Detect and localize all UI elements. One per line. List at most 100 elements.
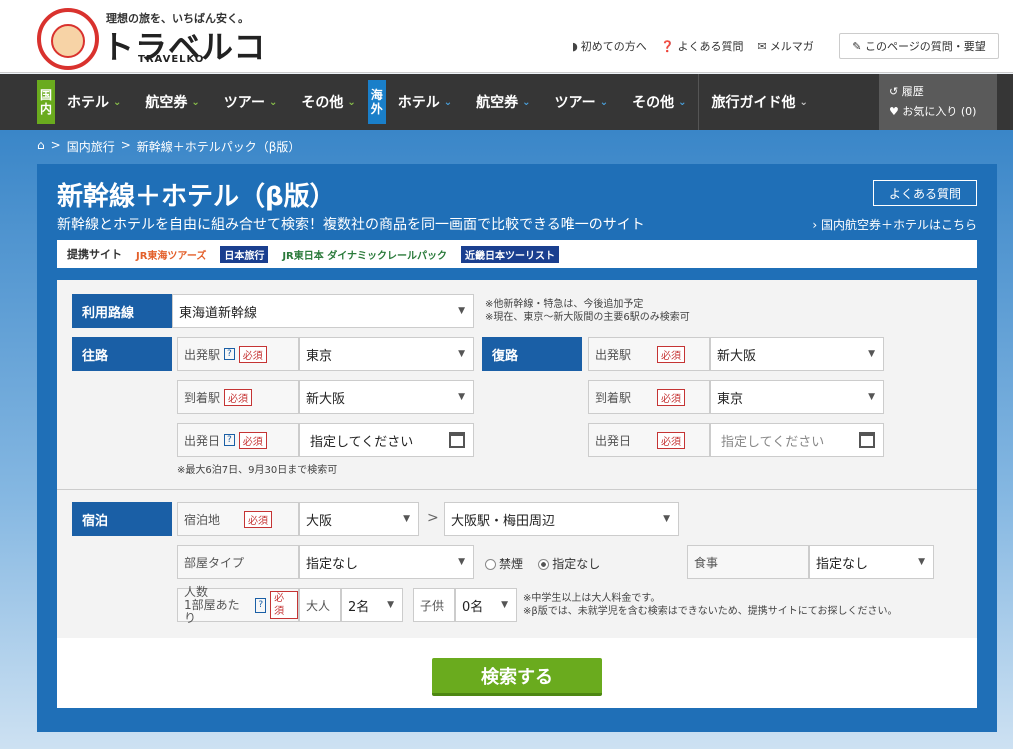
overseas-badge: 海外 bbox=[367, 80, 386, 124]
stay-area-select[interactable]: 大阪 ▼ bbox=[299, 502, 419, 536]
section-divider bbox=[57, 489, 977, 490]
partner-jr-east-logo: JR東日本 ダイナミックレールパック bbox=[282, 250, 448, 262]
domestic-badge: 国内 bbox=[37, 80, 55, 124]
nav-label: ツアー bbox=[223, 95, 265, 111]
nav-domestic-hotel[interactable]: ホテル ⌄ bbox=[55, 74, 133, 130]
favorites-link[interactable]: ♥ お気に入り (0) bbox=[889, 102, 997, 122]
route-value: 東海道新幹線 bbox=[179, 305, 258, 321]
newsletter-link[interactable]: ✉ メルマガ bbox=[758, 38, 814, 54]
required-badge: 必須 bbox=[657, 388, 686, 406]
pencil-icon: ✎ bbox=[852, 39, 865, 53]
mascot-face bbox=[51, 24, 85, 58]
calendar-icon[interactable] bbox=[859, 432, 875, 448]
favorites-label: お気に入り (0) bbox=[902, 105, 977, 118]
people-label: 人数 1部屋あたり? 必須 bbox=[177, 584, 299, 624]
partner-nippon-ryoko-logo: 日本旅行 bbox=[220, 245, 269, 263]
breadcrumb-sep: > bbox=[50, 138, 61, 152]
dropdown-arrow-icon: ▼ bbox=[458, 557, 465, 567]
required-badge: 必須 bbox=[657, 345, 686, 363]
nav-overseas-other[interactable]: その他 ⌄ bbox=[620, 74, 698, 130]
child-select[interactable]: 0名 ▼ bbox=[455, 588, 517, 622]
nav-guide[interactable]: 旅行ガイド他 ⌄ bbox=[699, 74, 819, 130]
help-icon[interactable]: ? bbox=[255, 597, 267, 613]
chevron-right-icon: > bbox=[427, 510, 439, 526]
out-from-value: 東京 bbox=[306, 348, 333, 364]
faq-link[interactable]: ❓ よくある質問 bbox=[661, 38, 744, 54]
ret-to-select[interactable]: 東京 ▼ bbox=[710, 380, 884, 414]
out-to-value: 新大阪 bbox=[306, 391, 346, 407]
dropdown-arrow-icon: ▼ bbox=[458, 392, 465, 402]
breadcrumb-domestic[interactable]: 国内旅行 bbox=[67, 138, 115, 155]
radio-label: 指定なし bbox=[552, 557, 601, 571]
nav-label: 航空券 bbox=[476, 95, 519, 111]
chevron-down-icon: ⌄ bbox=[678, 96, 687, 108]
adult-select[interactable]: 2名 ▼ bbox=[341, 588, 403, 622]
field-label: 到着駅 bbox=[184, 390, 221, 405]
beginner-link[interactable]: ◗ 初めての方へ bbox=[572, 38, 647, 54]
nav-domestic-air[interactable]: 航空券 ⌄ bbox=[133, 74, 211, 130]
out-from-select[interactable]: 東京 ▼ bbox=[299, 337, 474, 371]
history-label: 履歴 bbox=[901, 85, 924, 98]
field-label: 出発日 bbox=[184, 433, 221, 448]
child-label: 子供 bbox=[413, 588, 455, 622]
help-icon[interactable]: ? bbox=[224, 348, 235, 360]
date-note: ※最大6泊7日、9月30日まで検索可 bbox=[177, 465, 338, 476]
search-button[interactable]: 検索する bbox=[432, 658, 602, 696]
nav-domestic-tour[interactable]: ツアー ⌄ bbox=[212, 74, 290, 130]
history-favorites-box: ↺ 履歴 ♥ お気に入り (0) bbox=[879, 74, 997, 130]
calendar-icon[interactable] bbox=[449, 432, 465, 448]
child-value: 0名 bbox=[462, 599, 484, 615]
domestic-link-label: 国内航空券＋ホテルはこちら bbox=[820, 218, 977, 232]
faq-link-label: よくある質問 bbox=[677, 40, 744, 53]
ret-date-input[interactable]: 指定してください bbox=[710, 423, 884, 457]
page-title: 新幹線＋ホテル（β版） bbox=[57, 182, 336, 212]
nav-overseas-hotel[interactable]: ホテル ⌄ bbox=[386, 74, 464, 130]
field-label: 到着駅 bbox=[595, 390, 632, 405]
room-type-label: 部屋タイプ bbox=[177, 545, 299, 579]
ret-from-select[interactable]: 新大阪 ▼ bbox=[710, 337, 884, 371]
faq-button[interactable]: よくある質問 bbox=[873, 180, 977, 206]
breadcrumb-current: 新幹線＋ホテルパック（β版） bbox=[136, 140, 301, 154]
dropdown-arrow-icon: ▼ bbox=[501, 600, 508, 610]
required-badge: 必須 bbox=[224, 388, 253, 406]
radio-any[interactable]: 指定なし bbox=[538, 557, 600, 571]
home-icon[interactable]: ⌂ bbox=[37, 138, 45, 155]
field-label: 出発駅 bbox=[595, 347, 632, 362]
adult-label: 大人 bbox=[299, 588, 341, 622]
help-icon[interactable]: ? bbox=[224, 434, 235, 446]
question-icon: ❓ bbox=[660, 40, 675, 53]
clock-icon: ↺ bbox=[889, 85, 902, 98]
route-select[interactable]: 東海道新幹線 ▼ bbox=[172, 294, 474, 328]
out-date-input[interactable]: 指定してください bbox=[299, 423, 474, 457]
page-question-button[interactable]: ✎ このページの質問・要望 bbox=[839, 33, 999, 59]
nav-domestic-other[interactable]: その他 ⌄ bbox=[289, 74, 367, 130]
stay-subarea-select[interactable]: 大阪駅・梅田周辺 ▼ bbox=[444, 502, 679, 536]
return-label: 復路 bbox=[482, 337, 582, 371]
domestic-air-hotel-link[interactable]: › 国内航空券＋ホテルはこちら bbox=[812, 216, 977, 233]
logo-subtext: TRAVELKO bbox=[138, 54, 205, 65]
ret-to-value: 東京 bbox=[717, 391, 744, 407]
route-note: ※他新幹線・特急は、今後追加予定 ※現在、東京～新大阪間の主要6駅のみ検索可 bbox=[485, 298, 690, 324]
breadcrumb: ⌂ > 国内旅行 > 新幹線＋ホテルパック（β版） bbox=[37, 138, 300, 155]
people-title: 人数 bbox=[184, 584, 209, 599]
chevron-down-icon: ⌄ bbox=[599, 96, 609, 108]
out-to-select[interactable]: 新大阪 ▼ bbox=[299, 380, 474, 414]
chevron-down-icon: ⌄ bbox=[799, 96, 808, 108]
meal-select[interactable]: 指定なし ▼ bbox=[809, 545, 934, 579]
smoking-radio-group: 禁煙 指定なし bbox=[485, 555, 600, 572]
out-to-label: 到着駅 必須 bbox=[177, 380, 299, 414]
route-note-1: ※他新幹線・特急は、今後追加予定 bbox=[485, 299, 644, 310]
field-label: 出発駅 bbox=[184, 347, 221, 362]
required-badge: 必須 bbox=[238, 345, 267, 363]
room-type-select[interactable]: 指定なし ▼ bbox=[299, 545, 474, 579]
search-button-area: 検索する bbox=[57, 638, 977, 708]
history-link[interactable]: ↺ 履歴 bbox=[889, 82, 997, 102]
logo-mascot[interactable] bbox=[37, 8, 99, 70]
nav-overseas-tour[interactable]: ツアー ⌄ bbox=[543, 74, 621, 130]
nav-overseas-air[interactable]: 航空券 ⌄ bbox=[464, 74, 542, 130]
radio-nonsmoking[interactable]: 禁煙 bbox=[485, 557, 523, 571]
main-nav: 国内 ホテル ⌄ 航空券 ⌄ ツアー ⌄ その他 ⌄ 海外 ホテル ⌄ 航空券 ⌄ ツアー ⌄… bbox=[0, 74, 1013, 130]
people-note: ※中学生以上は大人料金です。 ※β版では、未就学児を含む検索はできないため、提携サ… bbox=[523, 592, 897, 618]
required-badge: 必須 bbox=[238, 431, 267, 449]
chevron-down-icon: ⌄ bbox=[268, 96, 278, 108]
